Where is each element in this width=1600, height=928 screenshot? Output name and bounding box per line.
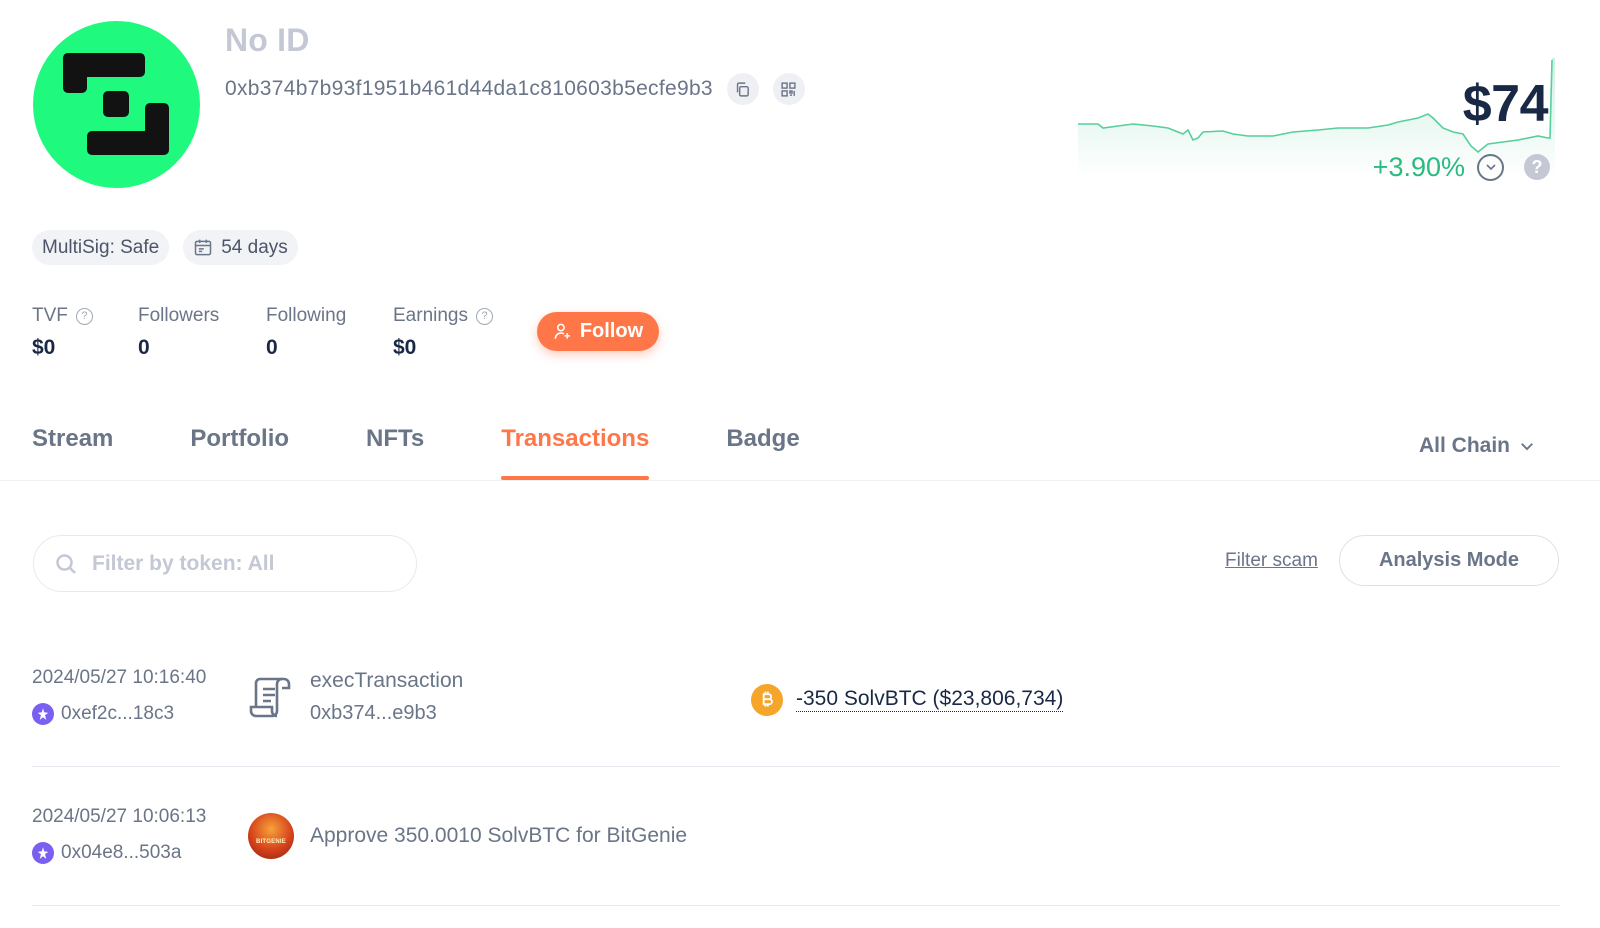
address-row: 0xb374b7b93f1951b461d44da1c810603b5ecfe9… bbox=[225, 73, 805, 105]
expand-chart-button[interactable] bbox=[1477, 153, 1504, 181]
calendar-icon bbox=[194, 239, 212, 255]
tx-time: 2024/05/27 10:06:13 bbox=[32, 806, 207, 827]
bitgenie-logo: BITGENIE bbox=[248, 813, 294, 859]
chain-icon bbox=[32, 842, 54, 864]
networth-value: $74 bbox=[1462, 75, 1549, 133]
stat-earnings-value: $0 bbox=[393, 336, 417, 359]
stat-tvf-value: $0 bbox=[32, 336, 56, 359]
tvf-help-icon[interactable]: ? bbox=[75, 307, 93, 325]
networth-change: +3.90% bbox=[1372, 151, 1465, 182]
profile-tabs: Stream Portfolio NFTs Transactions Badge bbox=[32, 425, 877, 480]
chevron-down-icon bbox=[1485, 164, 1496, 171]
stat-following-value: 0 bbox=[266, 336, 278, 359]
account-age-label: 54 days bbox=[221, 236, 288, 258]
wallet-address: 0xb374b7b93f1951b461d44da1c810603b5ecfe9… bbox=[225, 77, 713, 100]
chain-select-label: All Chain bbox=[1418, 434, 1510, 457]
profile-tags: MultiSig: Safe 54 days bbox=[32, 230, 298, 265]
chain-select[interactable]: All Chain bbox=[1419, 434, 1536, 458]
copy-icon bbox=[737, 81, 750, 97]
qr-code-button[interactable] bbox=[772, 73, 805, 105]
copy-address-button[interactable] bbox=[726, 73, 759, 105]
tx-time: 2024/05/27 10:16:40 bbox=[32, 667, 207, 688]
stat-earnings: Earnings? $0 bbox=[393, 304, 493, 360]
tab-badge[interactable]: Badge bbox=[726, 425, 799, 480]
stat-following[interactable]: Following 0 bbox=[266, 304, 346, 360]
tab-stream[interactable]: Stream bbox=[32, 425, 113, 480]
bitcoin-icon bbox=[762, 691, 773, 707]
tabs-divider bbox=[0, 480, 1600, 481]
filter-scam-link[interactable]: Filter scam bbox=[1225, 550, 1318, 572]
tab-nfts[interactable]: NFTs bbox=[366, 425, 424, 480]
profile-avatar bbox=[33, 21, 200, 188]
btc-token-icon bbox=[751, 684, 783, 716]
chain-icon bbox=[32, 703, 54, 725]
tx-token-change[interactable]: -350 SolvBTC ($23,806,734) bbox=[796, 687, 1064, 712]
follow-button-label: Follow bbox=[579, 320, 644, 342]
safe-logo-icon bbox=[63, 53, 169, 155]
tx-hash: 0x04e8...503a bbox=[61, 842, 182, 863]
tx-hash-link[interactable]: 0xef2c...18c3 bbox=[32, 703, 174, 725]
multisig-tag: MultiSig: Safe bbox=[32, 230, 170, 265]
chevron-down-icon bbox=[1521, 443, 1533, 451]
tab-portfolio[interactable]: Portfolio bbox=[190, 425, 289, 480]
qr-code-icon bbox=[781, 81, 796, 97]
tx-method-name: execTransaction bbox=[310, 669, 464, 692]
stat-earnings-label: Earnings bbox=[393, 305, 468, 326]
stat-followers[interactable]: Followers 0 bbox=[138, 304, 219, 360]
help-icon[interactable]: ? bbox=[1524, 154, 1550, 180]
multisig-tag-label: MultiSig: Safe bbox=[42, 236, 160, 258]
chain-star-icon bbox=[37, 708, 49, 720]
networth-change-row: +3.90% ? bbox=[1373, 151, 1550, 183]
token-filter-input[interactable] bbox=[92, 551, 392, 576]
stat-followers-label: Followers bbox=[138, 305, 220, 326]
earnings-help-icon[interactable]: ? bbox=[476, 307, 493, 325]
search-icon bbox=[56, 553, 76, 574]
tab-transactions[interactable]: Transactions bbox=[501, 425, 650, 480]
tx-hash: 0xef2c...18c3 bbox=[61, 703, 175, 724]
follow-button[interactable]: Follow bbox=[537, 312, 659, 351]
bitgenie-logo-text: BITGENIE bbox=[256, 839, 286, 845]
stat-followers-value: 0 bbox=[138, 336, 150, 359]
tx-hash-link[interactable]: 0x04e8...503a bbox=[32, 842, 181, 864]
token-filter-search[interactable] bbox=[33, 535, 417, 592]
stat-tvf-label: TVF bbox=[32, 305, 68, 326]
chain-star-icon bbox=[37, 847, 49, 859]
tx-description: Approve 350.0010 SolvBTC for BitGenie bbox=[310, 824, 688, 847]
transaction-row[interactable]: 2024/05/27 10:06:13 0x04e8...503a BITGEN… bbox=[32, 806, 1560, 906]
stat-tvf: TVF? $0 bbox=[32, 304, 93, 360]
user-add-icon bbox=[554, 323, 570, 339]
tx-contract-address[interactable]: 0xb374...e9b3 bbox=[310, 702, 437, 725]
stat-following-label: Following bbox=[266, 305, 347, 326]
account-age-tag: 54 days bbox=[183, 230, 298, 265]
analysis-mode-button[interactable]: Analysis Mode bbox=[1339, 535, 1559, 586]
transaction-row[interactable]: 2024/05/27 10:16:40 0xef2c...18c3 execTr… bbox=[32, 667, 1560, 767]
profile-name: No ID bbox=[225, 22, 310, 58]
contract-scroll-icon bbox=[249, 677, 291, 718]
